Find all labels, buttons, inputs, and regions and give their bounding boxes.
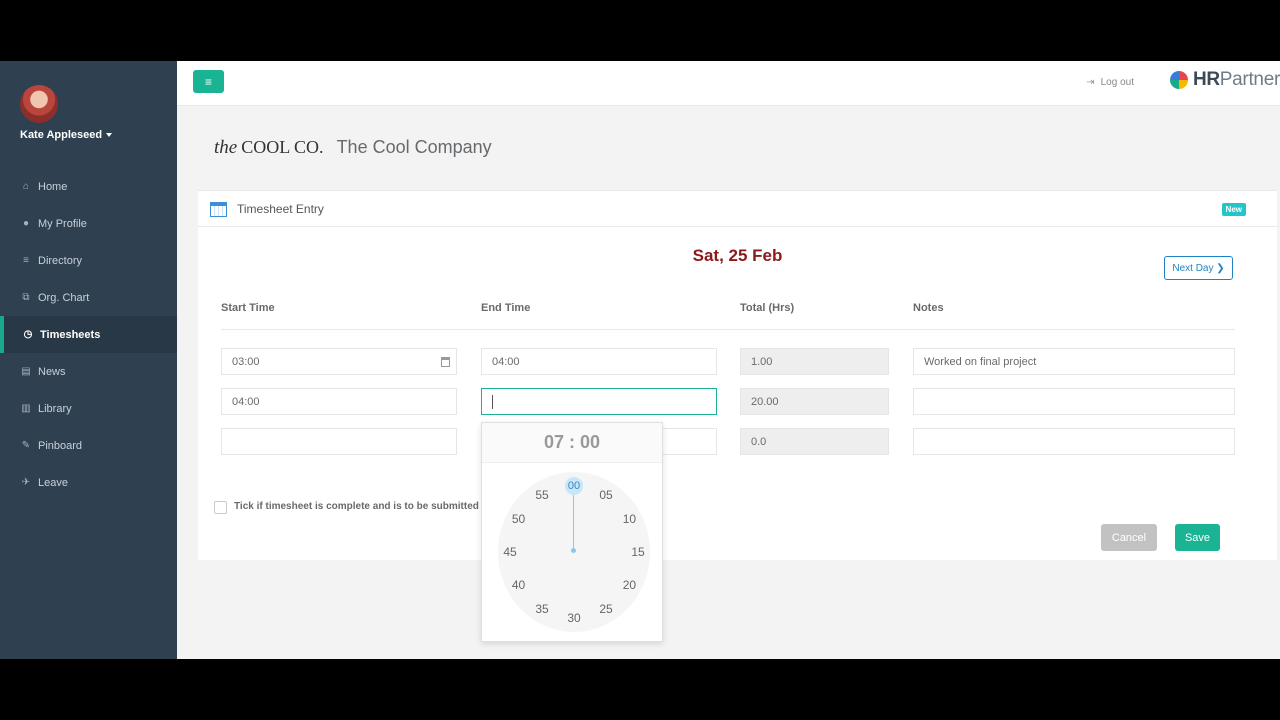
avatar[interactable] <box>20 85 58 123</box>
pin-icon: ✎ <box>21 440 31 451</box>
new-badge: New <box>1221 203 1246 216</box>
menu-toggle-button[interactable]: ≡ <box>193 70 224 93</box>
sidebar-item-label: Library <box>38 402 72 415</box>
start-time-input[interactable] <box>221 428 457 455</box>
submit-checkbox-label: Tick if timesheet is complete and is to … <box>234 501 485 512</box>
submit-checkbox[interactable] <box>214 501 227 514</box>
user-name: Kate Appleseed <box>20 129 103 141</box>
notes-input[interactable]: Worked on final project <box>913 348 1235 375</box>
sidebar-item-label: Leave <box>38 476 68 489</box>
sidebar-item-label: Timesheets <box>40 328 101 341</box>
newspaper-icon: ▤ <box>21 366 31 377</box>
calendar-icon <box>441 357 450 367</box>
sidebar-item-my-profile[interactable]: ● My Profile <box>0 205 177 242</box>
clock-minute-05[interactable]: 05 <box>595 487 617 503</box>
clock-hand <box>573 487 574 550</box>
list-icon: ≡ <box>23 255 29 266</box>
sidebar-item-label: Org. Chart <box>38 291 90 304</box>
start-time-input[interactable]: 04:00 <box>221 388 457 415</box>
sidebar-item-news[interactable]: ▤ News <box>0 353 177 390</box>
panel-header: Timesheet Entry New <box>198 191 1277 227</box>
clock-minute-35[interactable]: 35 <box>531 601 553 617</box>
notes-input[interactable] <box>913 428 1235 455</box>
sidebar-item-label: Home <box>38 180 68 193</box>
total-hours-field: 20.00 <box>740 388 889 415</box>
clock-center <box>571 548 576 553</box>
total-hours-field: 1.00 <box>740 348 889 375</box>
sidebar-item-label: Directory <box>38 254 83 267</box>
clock-minute-40[interactable]: 40 <box>508 577 530 593</box>
clock-minute-45[interactable]: 45 <box>499 544 521 560</box>
clock-picker: 07 : 00 00 05 10 15 20 25 30 35 40 45 50 55 <box>481 422 663 642</box>
clock-minute-50[interactable]: 50 <box>508 511 530 527</box>
company-name: The Cool Company <box>336 137 492 157</box>
clock-minute-55[interactable]: 55 <box>531 487 553 503</box>
end-time-input[interactable] <box>481 388 717 415</box>
text-cursor <box>492 394 493 409</box>
save-button[interactable]: Save <box>1175 524 1220 551</box>
column-header-start: Start Time <box>221 302 275 314</box>
brand-logo: HRPartner <box>1169 67 1280 93</box>
brand-name: HRPartner <box>1192 69 1280 90</box>
divider <box>221 329 1235 330</box>
caret-down-icon <box>106 133 113 138</box>
current-date: Sat, 25 Feb <box>692 246 783 265</box>
panel-title: Timesheet Entry <box>237 202 324 216</box>
home-icon: ⌂ <box>22 181 30 192</box>
end-time-input[interactable]: 04:00 <box>481 348 717 375</box>
sign-out-icon: ⇥ <box>1086 77 1095 88</box>
sidebar-item-timesheets[interactable]: ◷ Timesheets <box>0 316 177 353</box>
sidebar-item-library[interactable]: ▥ Library <box>0 390 177 427</box>
clock-icon: ◷ <box>23 329 33 340</box>
clock-minute-20[interactable]: 20 <box>618 577 640 593</box>
clock-minute-10[interactable]: 10 <box>618 511 640 527</box>
notes-input[interactable] <box>913 388 1235 415</box>
column-header-total: Total (Hrs) <box>740 302 795 314</box>
sidebar-item-label: Pinboard <box>38 439 83 452</box>
sidebar-item-pinboard[interactable]: ✎ Pinboard <box>0 427 177 464</box>
sitemap-icon: ⧉ <box>22 292 30 303</box>
logout-link[interactable]: ⇥ Log out <box>1086 77 1134 88</box>
app-window: Kate Appleseed ⌂ Home ● My Profile ≡ Director… <box>0 61 1280 659</box>
sidebar-item-label: My Profile <box>38 217 87 230</box>
clock-minute-15[interactable]: 15 <box>627 544 649 560</box>
sidebar-item-home[interactable]: ⌂ Home <box>0 168 177 205</box>
top-bar: ≡ ⇥ Log out HRPartner <box>177 61 1280 106</box>
sidebar-nav: ⌂ Home ● My Profile ≡ Directory ⧉ Org. Chart ◷ Ti… <box>0 168 177 501</box>
sidebar: Kate Appleseed ⌂ Home ● My Profile ≡ Director… <box>0 61 177 659</box>
user-icon: ● <box>22 218 30 229</box>
start-time-input[interactable]: 03:00 <box>221 348 457 375</box>
brand-mark-icon <box>1169 71 1188 89</box>
company-header: the COOL CO. The Cool Company <box>214 137 492 159</box>
column-header-notes: Notes <box>913 302 944 314</box>
clock-minute-25[interactable]: 25 <box>595 601 617 617</box>
clock-dial[interactable]: 00 05 10 15 20 25 30 35 40 45 50 55 <box>498 472 650 632</box>
sidebar-item-org-chart[interactable]: ⧉ Org. Chart <box>0 279 177 316</box>
clock-time-display: 07 : 00 <box>482 423 662 463</box>
main-content: ≡ ⇥ Log out HRPartner the COOL CO. The Coo… <box>177 61 1280 659</box>
book-icon: ▥ <box>21 403 31 414</box>
plane-icon: ✈ <box>21 477 31 488</box>
next-day-button[interactable]: Next Day ❯ <box>1164 256 1233 280</box>
total-hours-field: 0.0 <box>740 428 889 455</box>
logout-label: Log out <box>1100 77 1134 88</box>
company-logo: the COOL CO. <box>214 137 324 158</box>
sidebar-item-directory[interactable]: ≡ Directory <box>0 242 177 279</box>
timesheet-panel: Timesheet Entry New Sat, 25 Feb Next Day… <box>198 190 1277 560</box>
hamburger-icon: ≡ <box>204 74 212 89</box>
column-header-end: End Time <box>481 302 531 314</box>
calendar-icon <box>210 202 227 217</box>
user-menu[interactable]: Kate Appleseed <box>20 129 113 141</box>
clock-minute-00[interactable]: 00 <box>565 477 583 495</box>
sidebar-item-leave[interactable]: ✈ Leave <box>0 464 177 501</box>
cancel-button[interactable]: Cancel <box>1101 524 1157 551</box>
sidebar-item-label: News <box>38 365 66 378</box>
clock-minute-30[interactable]: 30 <box>563 610 585 626</box>
